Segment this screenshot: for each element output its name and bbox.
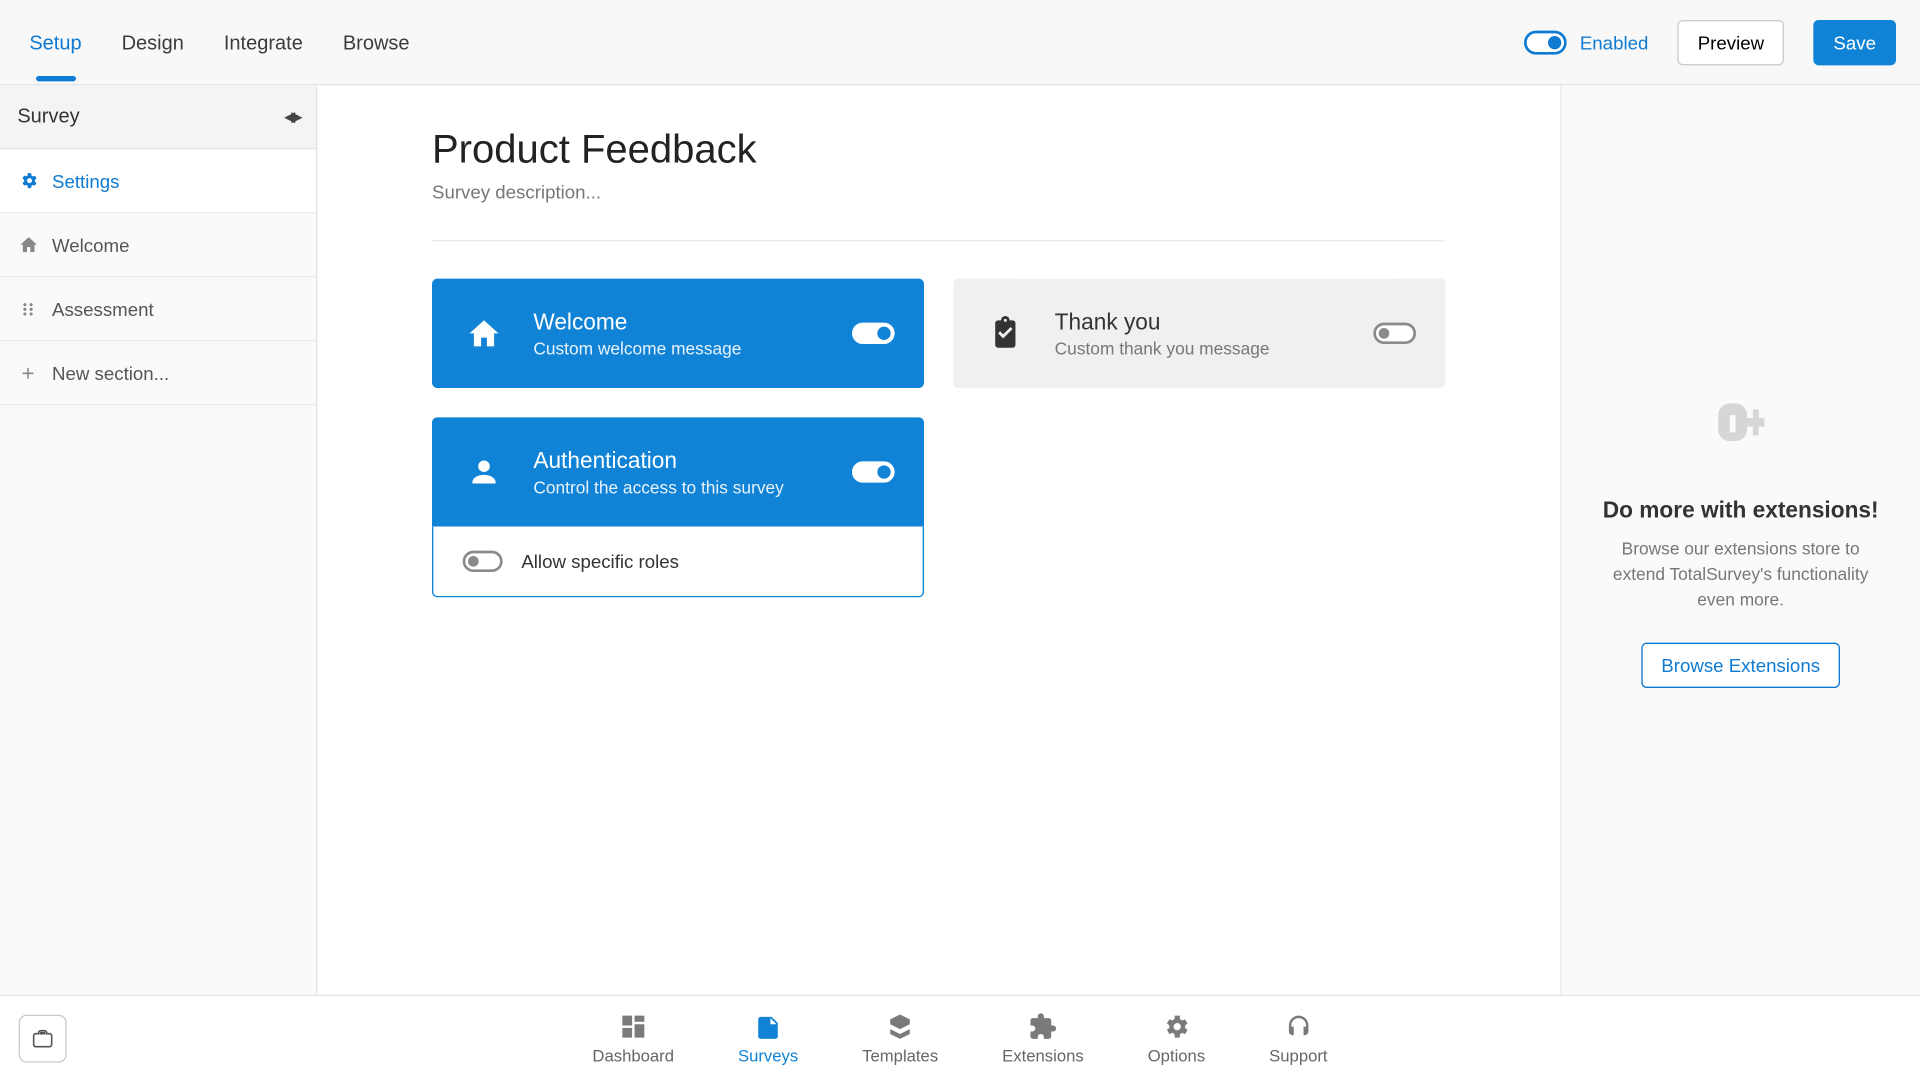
enabled-label: Enabled: [1580, 31, 1649, 52]
gear-icon: [17, 170, 38, 191]
nav-label: Extensions: [1002, 1046, 1084, 1065]
nav-options[interactable]: Options: [1148, 1011, 1205, 1064]
sidebar-item-label: Welcome: [52, 234, 129, 255]
topbar-tabs: Setup Design Integrate Browse: [29, 5, 409, 78]
collapse-sidebar-icon[interactable]: ◀▶: [284, 108, 299, 125]
card-authentication[interactable]: Authentication Control the access to thi…: [432, 417, 924, 597]
person-icon: [461, 449, 506, 494]
enabled-toggle-group: Enabled: [1524, 30, 1649, 54]
preview-button[interactable]: Preview: [1678, 19, 1784, 64]
survey-description[interactable]: Survey description...: [432, 181, 1445, 202]
card-toggle[interactable]: [1373, 323, 1416, 344]
nav-label: Options: [1148, 1046, 1205, 1065]
bottombar: Dashboard Surveys Templates Extensions O…: [0, 995, 1920, 1080]
card-toggle[interactable]: [852, 323, 895, 344]
settings-cards: Welcome Custom welcome message Thank you: [432, 279, 1445, 598]
tab-integrate[interactable]: Integrate: [224, 5, 303, 78]
home-icon: [17, 234, 38, 255]
card-title: Welcome: [533, 309, 825, 336]
card-subtitle: Control the access to this survey: [533, 477, 825, 497]
nav-label: Support: [1269, 1046, 1327, 1065]
allow-roles-toggle[interactable]: [463, 551, 503, 572]
tab-setup[interactable]: Setup: [29, 5, 81, 78]
topbar-actions: Enabled Preview Save: [1524, 19, 1896, 64]
nav-support[interactable]: Support: [1269, 1011, 1327, 1064]
nav-templates[interactable]: Templates: [862, 1011, 938, 1064]
card-subtitle: Custom welcome message: [533, 338, 825, 358]
sidebar-item-label: New section...: [52, 362, 169, 383]
suitcase-button[interactable]: [19, 1014, 67, 1062]
allow-roles-label: Allow specific roles: [521, 551, 679, 572]
sidebar-item-label: Assessment: [52, 298, 154, 319]
bottom-nav: Dashboard Surveys Templates Extensions O…: [592, 1011, 1327, 1064]
home-icon: [461, 311, 506, 356]
nav-extensions[interactable]: Extensions: [1002, 1011, 1084, 1064]
clipboard-check-icon: [983, 311, 1028, 356]
body: Survey ◀▶ Settings Welcome Assessmen: [0, 85, 1920, 994]
extensions-title: Do more with extensions!: [1603, 498, 1879, 525]
save-button[interactable]: Save: [1813, 19, 1896, 64]
enabled-toggle[interactable]: [1524, 30, 1567, 54]
topbar: Setup Design Integrate Browse Enabled Pr…: [0, 0, 1920, 85]
plus-icon: [17, 362, 38, 383]
card-subtitle: Custom thank you message: [1055, 338, 1347, 358]
plug-icon: [1706, 392, 1775, 468]
main: Product Feedback Survey description... W…: [317, 85, 1560, 994]
sidebar: Survey ◀▶ Settings Welcome Assessmen: [0, 85, 317, 994]
nav-dashboard[interactable]: Dashboard: [592, 1011, 674, 1064]
browse-extensions-button[interactable]: Browse Extensions: [1641, 642, 1840, 687]
sidebar-item-assessment[interactable]: Assessment: [0, 277, 316, 341]
sidebar-item-label: Settings: [52, 170, 119, 191]
sidebar-title: Survey: [17, 105, 79, 128]
page-title: Product Feedback: [432, 128, 1445, 173]
card-welcome[interactable]: Welcome Custom welcome message: [432, 279, 924, 388]
nav-label: Surveys: [738, 1046, 798, 1065]
extensions-panel: Do more with extensions! Browse our exte…: [1560, 85, 1920, 994]
extensions-body: Browse our extensions store to extend To…: [1593, 538, 1888, 613]
card-thankyou[interactable]: Thank you Custom thank you message: [953, 279, 1445, 388]
sidebar-header: Survey ◀▶: [0, 85, 316, 149]
nav-label: Dashboard: [592, 1046, 674, 1065]
divider: [432, 240, 1445, 241]
tab-design[interactable]: Design: [122, 5, 184, 78]
card-toggle[interactable]: [852, 461, 895, 482]
tab-browse[interactable]: Browse: [343, 5, 410, 78]
sidebar-item-new-section[interactable]: New section...: [0, 341, 316, 405]
drag-handle-icon: [17, 298, 38, 319]
sidebar-item-welcome[interactable]: Welcome: [0, 213, 316, 277]
card-title: Thank you: [1055, 309, 1347, 336]
card-title: Authentication: [533, 447, 825, 474]
nav-label: Templates: [862, 1046, 938, 1065]
card-body: Allow specific roles: [432, 527, 924, 598]
nav-surveys[interactable]: Surveys: [738, 1011, 798, 1064]
sidebar-item-settings[interactable]: Settings: [0, 149, 316, 213]
